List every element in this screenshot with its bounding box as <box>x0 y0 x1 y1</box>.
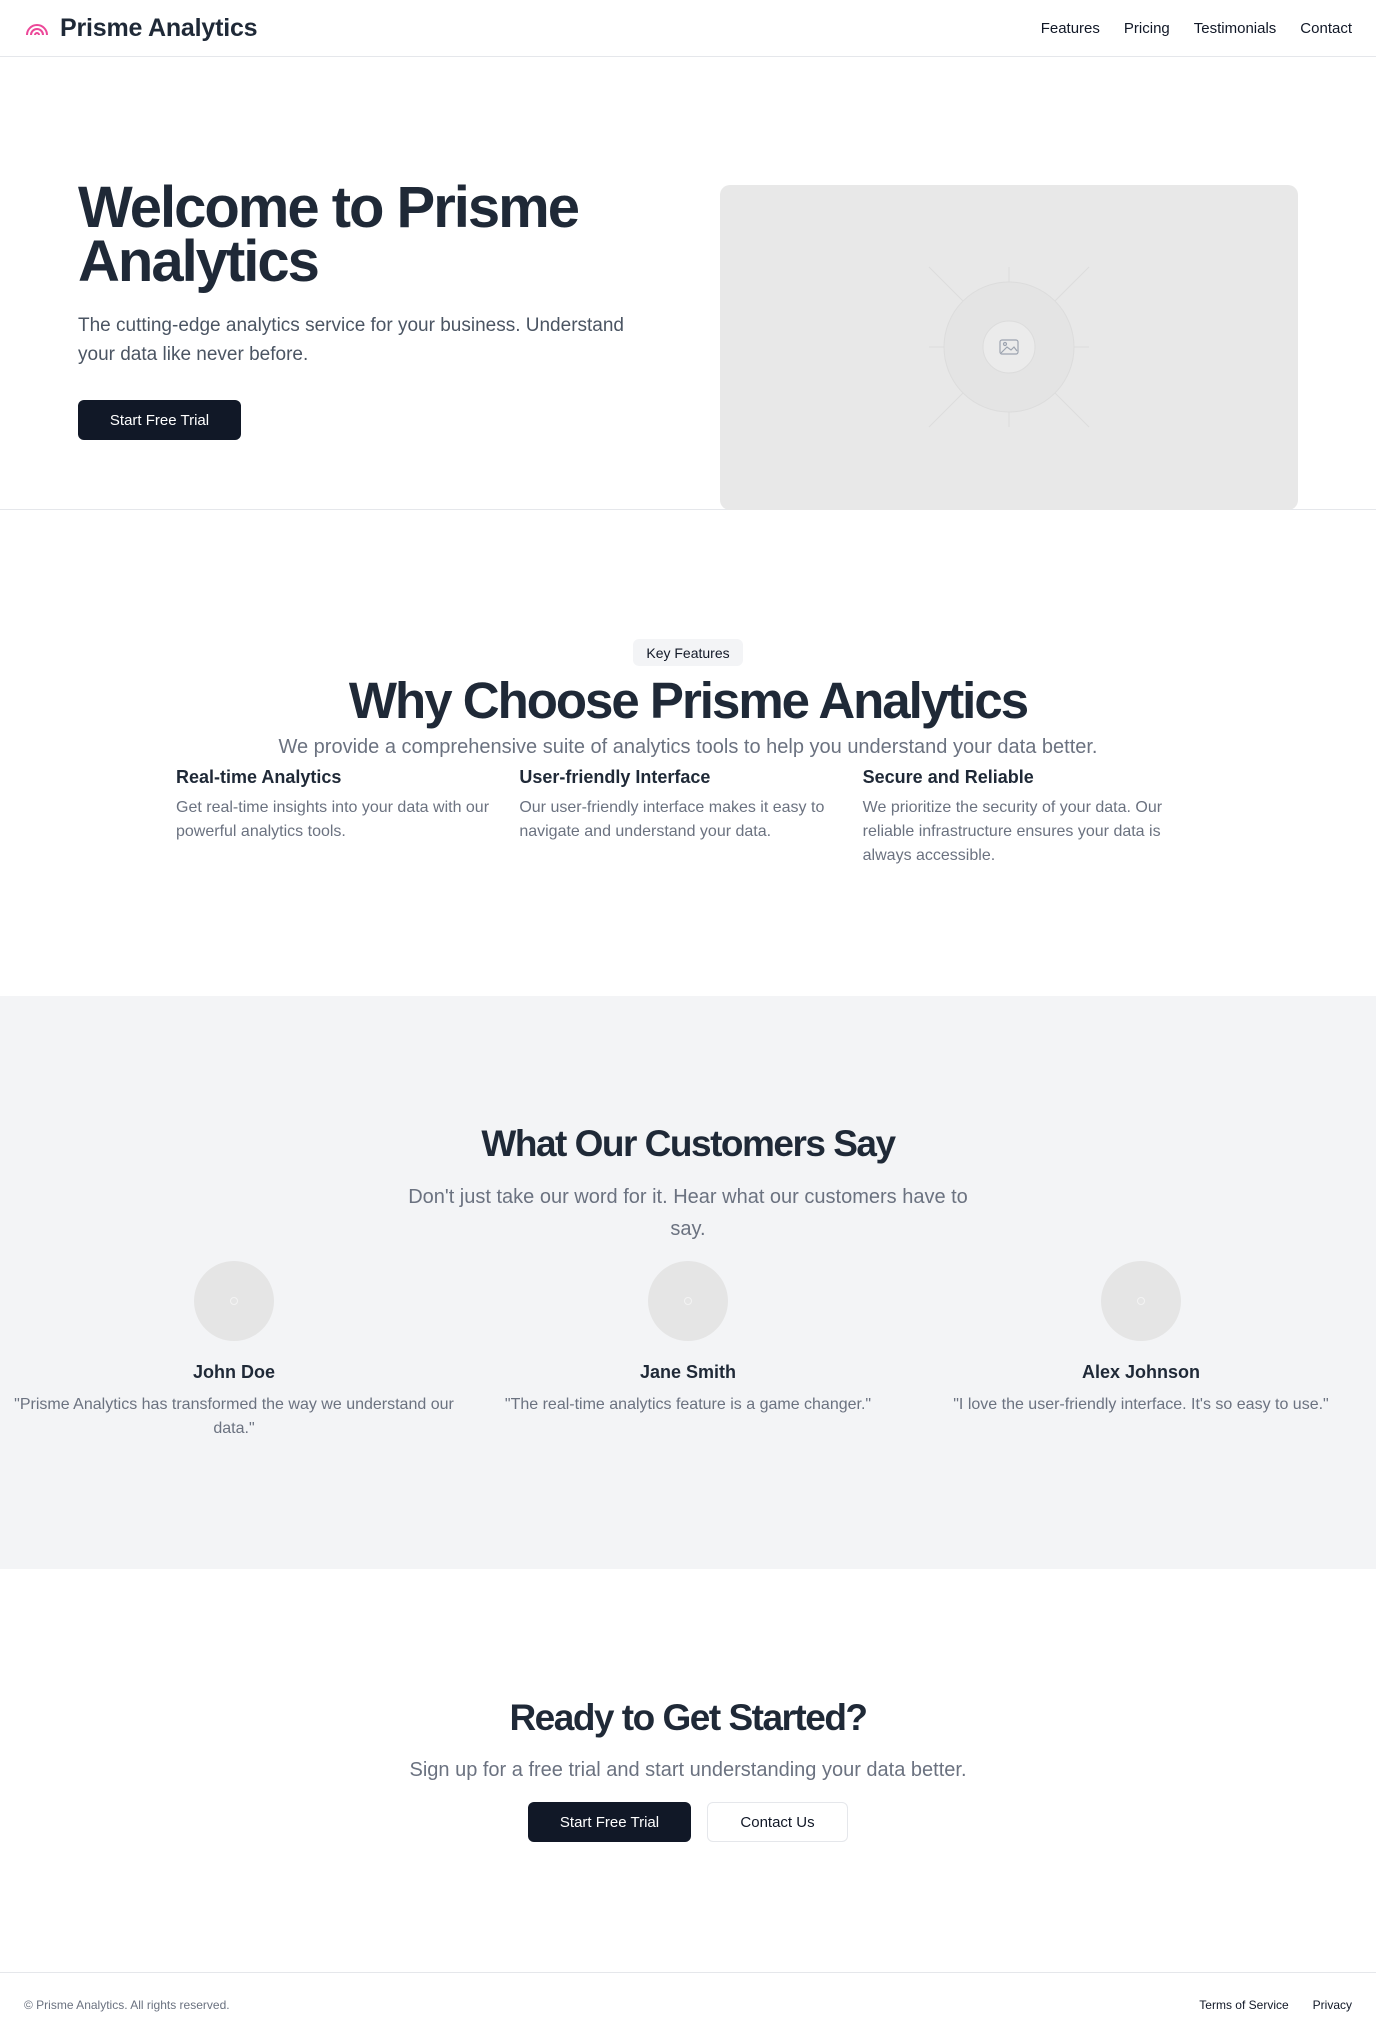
cta-title: Ready to Get Started? <box>509 1697 868 1738</box>
testimonial-name: John Doe <box>192 1362 275 1382</box>
start-free-trial-button[interactable]: Start Free Trial <box>78 400 241 440</box>
testimonial-name: Jane Smith <box>639 1362 737 1382</box>
site-header: Prisme Analytics Features Pricing Testim… <box>0 0 1376 57</box>
testimonial-quote: "Prisme Analytics has transformed the wa… <box>14 1396 454 1437</box>
nav-link-contact[interactable]: Contact <box>1300 20 1352 37</box>
features-grid: Real-time Analytics Get real-time insigh… <box>176 764 1206 868</box>
testimonial-card: Jane Smith "The real-time analytics feat… <box>468 1261 908 1417</box>
feature-title: Real-time Analytics <box>176 767 342 787</box>
feature-text: Get real-time insights into your data wi… <box>176 799 490 840</box>
avatar <box>1101 1261 1181 1341</box>
testimonial-card: Alex Johnson "I love the user-friendly i… <box>921 1261 1361 1417</box>
hero-title: Welcome to Prisme Analytics <box>78 175 580 294</box>
site-footer: © Prisme Analytics. All rights reserved.… <box>0 1972 1376 2036</box>
testimonial-card: John Doe "Prisme Analytics has transform… <box>14 1261 454 1441</box>
testimonials-section: What Our Customers Say Don't just take o… <box>0 996 1376 1569</box>
cta-subtitle: Sign up for a free trial and start under… <box>409 1759 967 1781</box>
footer-link-terms[interactable]: Terms of Service <box>1199 1998 1288 2012</box>
features-badge: Key Features <box>633 639 743 666</box>
brand[interactable]: Prisme Analytics <box>24 13 258 43</box>
testimonials-title: What Our Customers Say <box>481 1123 896 1164</box>
cta-start-free-trial-button[interactable]: Start Free Trial <box>528 1802 691 1842</box>
nav-link-testimonials[interactable]: Testimonials <box>1194 20 1277 37</box>
features-section: Key Features Why Choose Prisme Analytics… <box>0 510 1376 996</box>
feature-title: Secure and Reliable <box>862 767 1034 787</box>
testimonial-quote: "The real-time analytics feature is a ga… <box>504 1396 872 1413</box>
feature-text: We prioritize the security of your data.… <box>862 799 1163 864</box>
nav-link-features[interactable]: Features <box>1041 20 1100 37</box>
testimonials-subtitle: Don't just take our word for it. Hear wh… <box>408 1186 968 1240</box>
features-subtitle: We provide a comprehensive suite of anal… <box>278 736 1098 758</box>
main-nav: Features Pricing Testimonials Contact <box>1041 20 1352 37</box>
contact-us-button[interactable]: Contact Us <box>707 1802 848 1842</box>
feature-item: Secure and Reliable We prioritize the se… <box>863 764 1206 868</box>
feature-text: Our user-friendly interface makes it eas… <box>519 799 825 840</box>
cta-section: Ready to Get Started? Sign up for a free… <box>0 1569 1376 1972</box>
feature-item: Real-time Analytics Get real-time insigh… <box>176 764 519 868</box>
avatar <box>194 1261 274 1341</box>
avatar <box>648 1261 728 1341</box>
rainbow-arc-icon <box>26 24 48 36</box>
hero-section: Welcome to Prisme Analytics The cutting-… <box>0 57 1376 510</box>
image-placeholder-icon <box>928 266 1090 428</box>
feature-title: User-friendly Interface <box>519 767 711 787</box>
nav-link-pricing[interactable]: Pricing <box>1124 20 1170 37</box>
testimonial-quote: "I love the user-friendly interface. It'… <box>953 1396 1329 1413</box>
features-title: Why Choose Prisme Analytics <box>348 672 1029 729</box>
copyright-text: © Prisme Analytics. All rights reserved. <box>24 1997 230 2012</box>
feature-item: User-friendly Interface Our user-friendl… <box>519 764 862 868</box>
footer-link-privacy[interactable]: Privacy <box>1313 1998 1352 2012</box>
hero-subtitle: The cutting-edge analytics service for y… <box>78 315 624 365</box>
hero-image <box>720 185 1298 510</box>
testimonial-name: Alex Johnson <box>1081 1362 1201 1382</box>
brand-name: Prisme Analytics <box>60 13 258 42</box>
footer-links: Terms of Service Privacy <box>1199 1998 1352 2012</box>
